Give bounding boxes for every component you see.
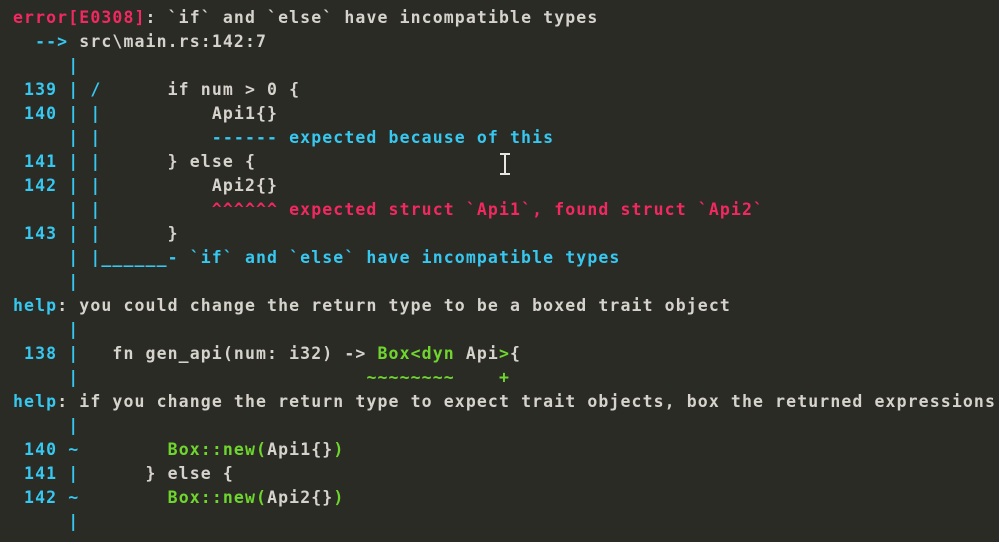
terminal-line-suggest-142: 142 ~ Box::new(Api2{}) [13,486,999,510]
line-span: help [13,296,58,315]
terminal-line-suggest-138-markers: | ~~~~~~~~ + [13,366,999,390]
terminal-line-gutter-blank-1: | [13,54,999,78]
line-span: : if you change the return type to expec… [57,392,996,411]
line-span: help [13,392,58,411]
terminal-line-gutter-blank-3: | [13,318,999,342]
terminal-line-src-140: 140 | | Api1{} [13,102,999,126]
terminal-line-label-expected-found: | | ^^^^^^ expected struct `Api1`, found… [13,198,999,222]
line-span: error[E0308] [13,8,146,27]
compiler-output: error[E0308]: `if` and `else` have incom… [13,6,999,534]
line-span: | | ------ expected because of this [13,128,555,147]
line-span: 138 | [13,344,102,363]
terminal-window[interactable]: error[E0308]: `if` and `else` have incom… [0,0,999,542]
terminal-line-gutter-blank-4: | [13,414,999,438]
line-span [90,488,167,507]
terminal-line-label-incompatible: | |______- `if` and `else` have incompat… [13,246,999,270]
line-span: 139 | / [13,80,168,99]
line-span: Api [465,344,499,363]
line-span: 140 ~ [13,440,91,459]
terminal-line-gutter-blank-2: | [13,270,999,294]
line-span: | [13,56,80,75]
line-span: Api2{} [211,176,279,195]
line-span: 143 | | [13,224,168,243]
line-span: | | [13,200,102,219]
line-span: Box<dyn [377,344,466,363]
line-span: Api1{} [211,104,279,123]
line-span: 140 | | [13,104,212,123]
terminal-line-suggest-140: 140 ~ Box::new(Api1{}) [13,438,999,462]
line-span: 141 | [13,464,91,483]
terminal-line-help-2: help: if you change the return type to e… [13,390,999,414]
line-span: : you could change the return type to be… [57,296,731,315]
terminal-line-label-expected-because: | | ------ expected because of this [13,126,999,150]
terminal-line-error-header: error[E0308]: `if` and `else` have incom… [13,6,999,30]
line-span: { [510,344,522,363]
terminal-line-suggest-138: 138 | fn gen_api(num: i32) -> Box<dyn Ap… [13,342,999,366]
terminal-line-src-142: 142 | | Api2{} [13,174,999,198]
terminal-line-help-1: help: you could change the return type t… [13,294,999,318]
terminal-line-src-143: 143 | | } [13,222,999,246]
terminal-line-gutter-blank-5: | [13,510,999,534]
line-span: Api2{} [267,488,334,507]
line-span: } else { [167,152,256,171]
terminal-line-location: --> src\main.rs:142:7 [13,30,999,54]
line-span: : [145,8,168,27]
line-span: | [13,368,80,387]
line-span: } else { [90,464,234,483]
terminal-line-src-139: 139 | / if num > 0 { [13,78,999,102]
line-span: if num > 0 { [167,80,301,99]
line-span: 142 ~ [13,488,91,507]
line-span: Box::new( [167,488,268,507]
line-span: 141 | | [13,152,168,171]
line-span: | [13,320,80,339]
terminal-line-suggest-141: 141 | } else { [13,462,999,486]
line-span: --> [13,32,80,51]
line-span: ~~~~~~~~ + [79,368,511,387]
line-span: ) [333,488,345,507]
line-span: > [498,344,511,363]
line-span: | |______- `if` and `else` have incompat… [13,248,621,267]
line-span: src\main.rs:142:7 [79,32,268,51]
line-span: | [13,272,80,291]
line-span: `if` and `else` have incompatible types [167,8,599,27]
line-span: 142 | | [13,176,212,195]
line-span [90,440,167,459]
line-span: | [13,416,80,435]
terminal-line-src-141: 141 | | } else { [13,150,999,174]
line-span: Api1{} [267,440,334,459]
line-span: } [167,224,179,243]
line-span: fn gen_api(num: i32) -> [101,344,378,363]
line-span: | [13,512,80,531]
line-span: ^^^^^^ expected struct `Api1`, found str… [101,200,765,219]
line-span: ) [333,440,345,459]
line-span: Box::new( [167,440,268,459]
